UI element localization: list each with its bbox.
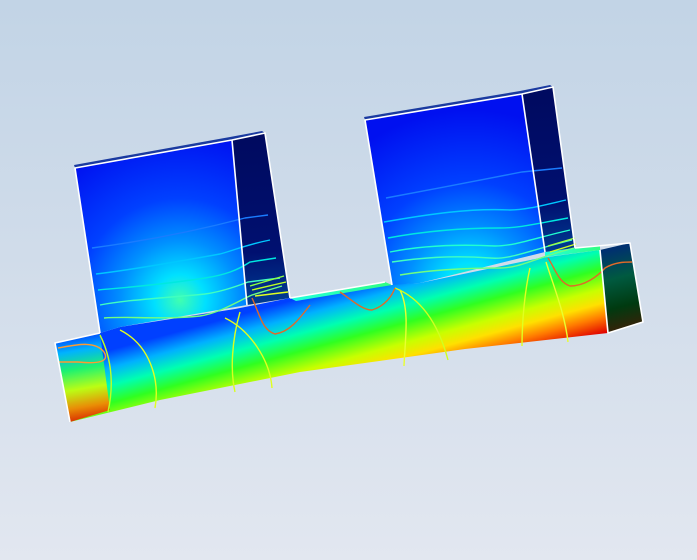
fin-left	[74, 131, 290, 333]
model-render[interactable]	[0, 0, 697, 560]
3d-viewport[interactable]	[0, 0, 697, 560]
